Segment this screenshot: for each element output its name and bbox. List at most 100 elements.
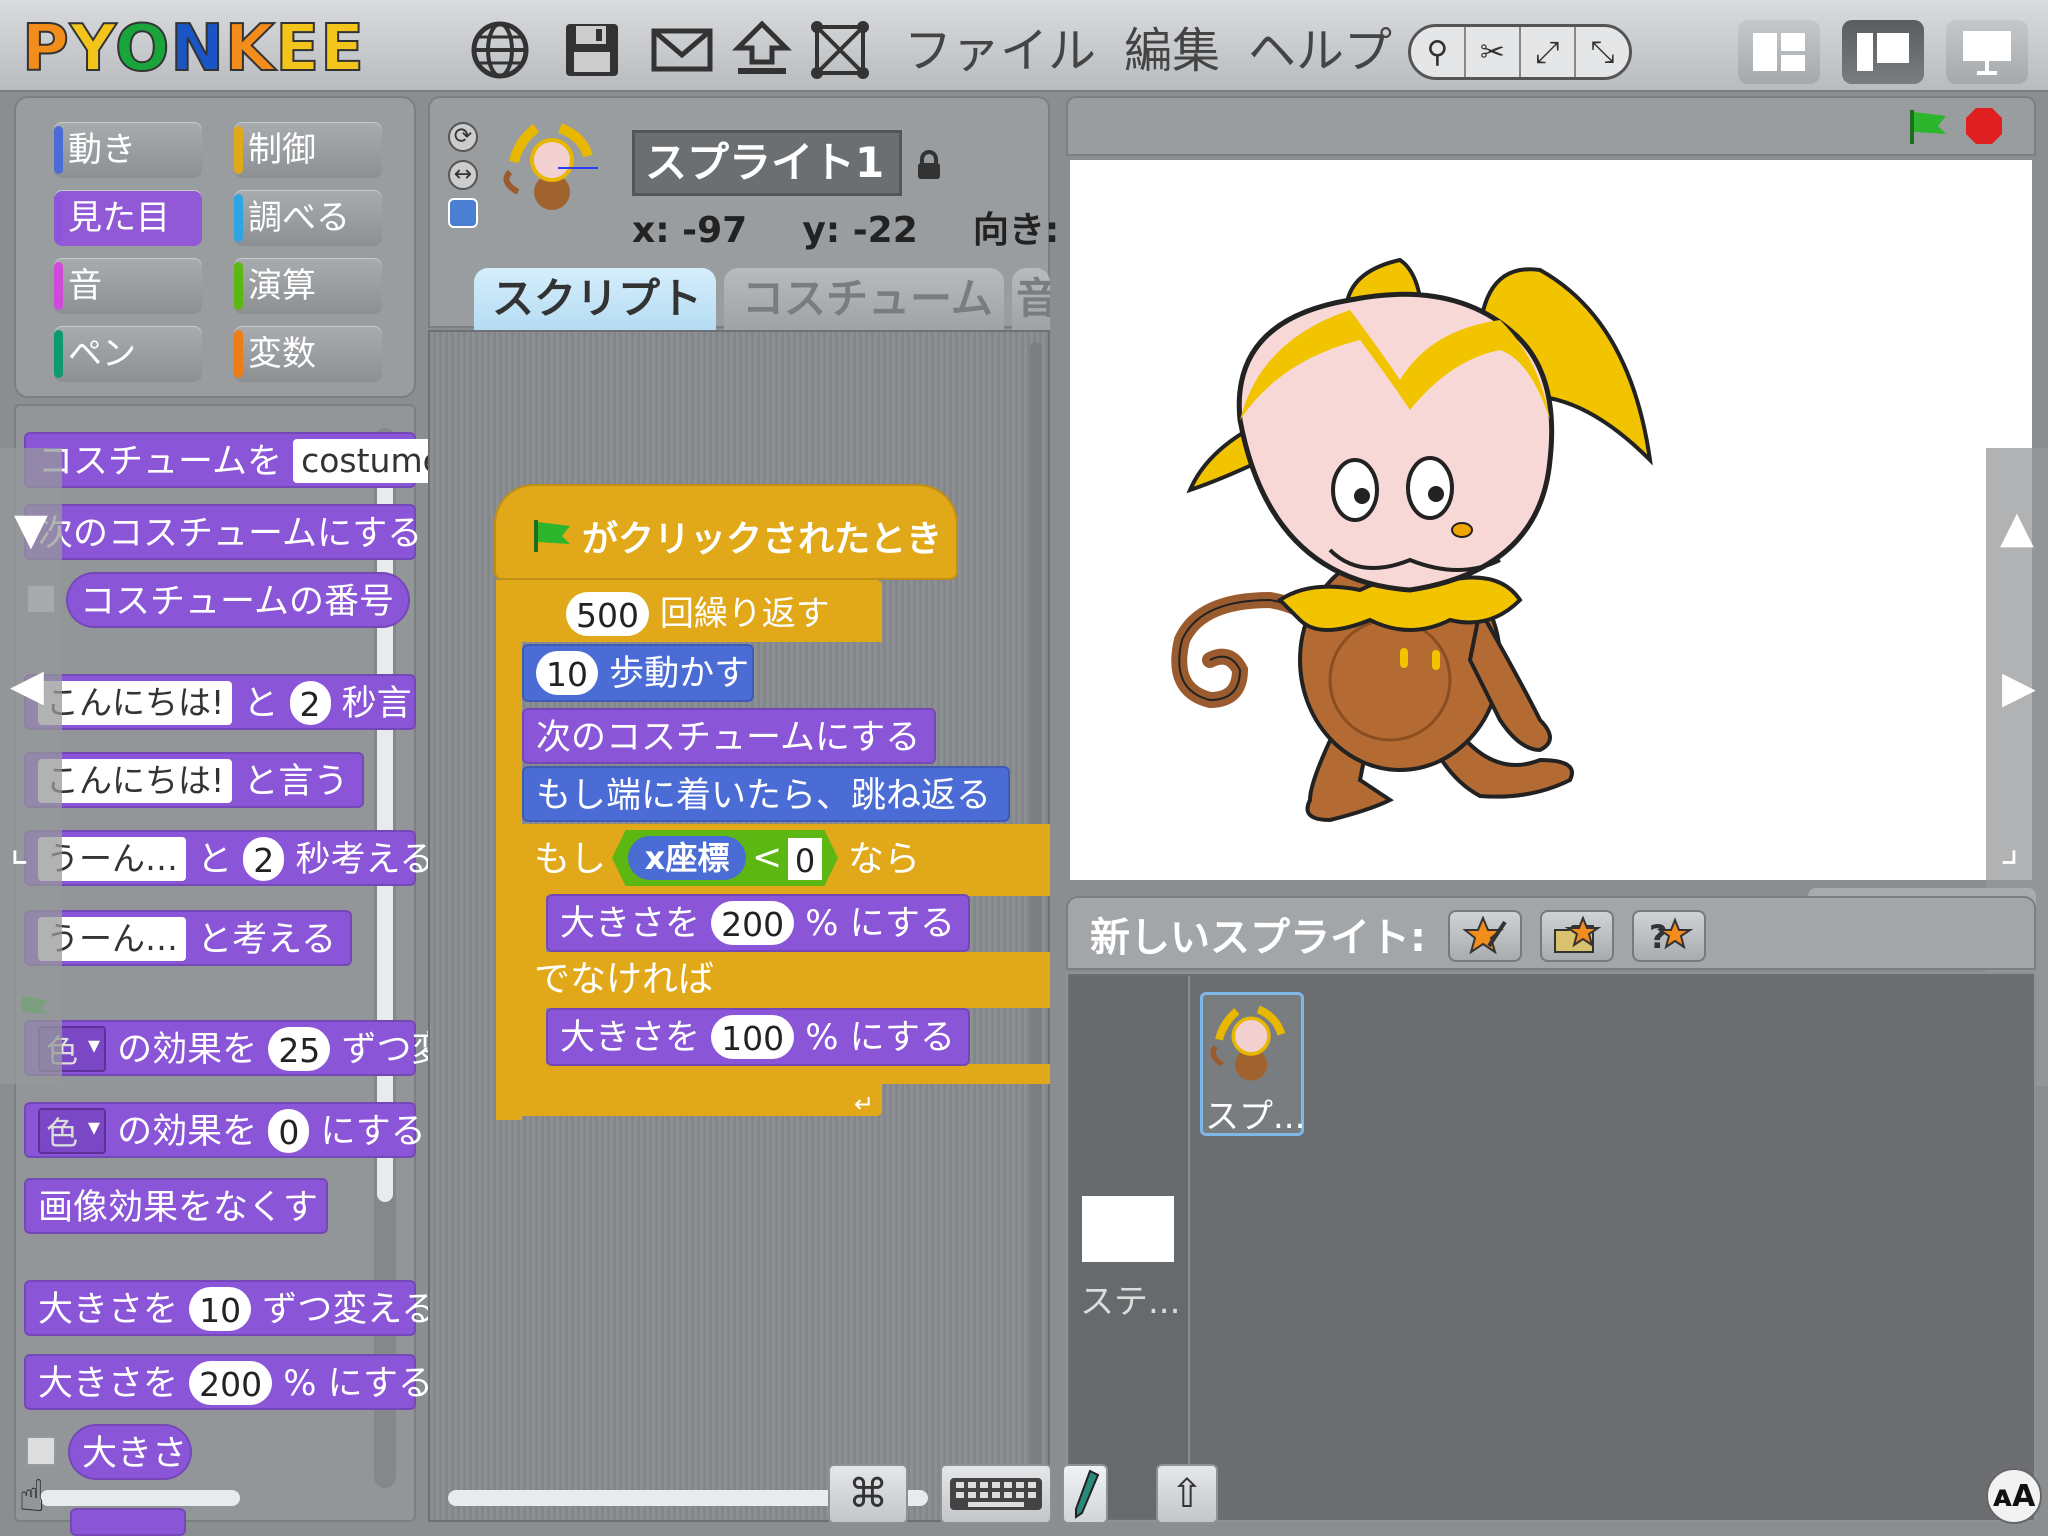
- stage-thumbnail[interactable]: [1082, 1196, 1174, 1262]
- direction-label: 向き:: [972, 210, 1060, 251]
- palette-block-costume-number[interactable]: コスチュームの番号: [66, 572, 410, 628]
- sprite-name-field[interactable]: スプライト1: [632, 130, 902, 196]
- keyboard-icon[interactable]: [940, 1464, 1052, 1524]
- menu-file[interactable]: ファイル: [904, 20, 1096, 82]
- command-key-icon[interactable]: ⌘: [828, 1464, 908, 1524]
- paint-new-sprite-button[interactable]: [1448, 910, 1522, 962]
- size-change-slot[interactable]: 10: [189, 1287, 252, 1331]
- block-text: と: [243, 684, 279, 724]
- category-sound[interactable]: 音: [54, 258, 202, 314]
- shrink-icon[interactable]: ⤡: [1576, 27, 1629, 77]
- menu-help[interactable]: ヘルプ: [1248, 20, 1392, 82]
- size-value-slot[interactable]: 200: [189, 1361, 273, 1405]
- share-icon[interactable]: [808, 18, 872, 82]
- save-icon[interactable]: [560, 18, 624, 82]
- bounce-block[interactable]: もし端に着いたら、跳ね返る: [522, 766, 1010, 822]
- repeat-label: 回繰り返す: [659, 594, 830, 634]
- effect-amount-slot[interactable]: 25: [268, 1027, 331, 1071]
- category-variables[interactable]: 変数: [234, 326, 382, 382]
- pencil-icon[interactable]: [1062, 1464, 1108, 1524]
- app-logo: PYONKEE: [21, 13, 365, 85]
- palette-block-switch-costume[interactable]: コスチュームを costume: [24, 432, 451, 488]
- block-text: % にする: [283, 1364, 434, 1404]
- effect-dropdown[interactable]: 色: [38, 1104, 107, 1154]
- grow-icon[interactable]: ⤢: [1521, 27, 1576, 77]
- set-size-block-100[interactable]: 大きさを 100 % にする: [546, 1008, 970, 1066]
- tab-scripts[interactable]: スクリプト: [474, 268, 716, 330]
- size-slot[interactable]: 200: [711, 901, 795, 945]
- sprite-tile[interactable]: スプ...: [1200, 992, 1305, 1137]
- size-checkbox[interactable]: [26, 1436, 56, 1466]
- palette-block-say[interactable]: こんにちは! と言う: [24, 752, 364, 808]
- dropdown-triangle-icon[interactable]: ▼: [14, 508, 48, 552]
- palette-block-change-effect[interactable]: 色 の効果を 25 ずつ変: [24, 1020, 446, 1076]
- stamp-icon[interactable]: ⚲: [1411, 27, 1466, 77]
- dock-right-icon[interactable]: ⌟: [2000, 826, 2019, 870]
- palette-block-partial[interactable]: [70, 1508, 186, 1536]
- menu-edit[interactable]: 編集: [1124, 20, 1220, 82]
- category-control[interactable]: 制御: [234, 122, 382, 178]
- category-pen[interactable]: ペン: [54, 326, 202, 382]
- stage-canvas[interactable]: [1070, 160, 2032, 880]
- upload-icon[interactable]: [730, 18, 794, 82]
- palette-block-think-for-secs[interactable]: うーん… と 2 秒考える: [24, 830, 434, 886]
- compare-value-slot[interactable]: 0: [788, 838, 822, 880]
- block-text: 秒言: [341, 684, 412, 724]
- font-size-toggle-icon[interactable]: ᴀA: [1986, 1468, 2042, 1524]
- category-looks[interactable]: 見た目: [54, 190, 202, 246]
- green-flag-icon[interactable]: [1908, 106, 1948, 146]
- hat-block-label: がクリックされたとき: [582, 519, 943, 560]
- category-sensing[interactable]: 調べる: [234, 190, 382, 246]
- category-motion[interactable]: 動き: [54, 122, 202, 178]
- choose-sprite-from-file-button[interactable]: [1540, 910, 1614, 962]
- next-costume-block[interactable]: 次のコスチュームにする: [522, 708, 936, 764]
- size-slot[interactable]: 100: [711, 1015, 795, 1059]
- x-position-reporter[interactable]: x座標: [628, 836, 746, 880]
- palette-block-next-costume[interactable]: 次のコスチュームにする: [24, 504, 422, 560]
- steps-slot[interactable]: 10: [536, 651, 598, 695]
- palette-block-say-for-secs[interactable]: こんにちは! と 2 秒言: [24, 674, 416, 730]
- palette-block-change-size[interactable]: 大きさを 10 ずつ変える: [24, 1280, 436, 1336]
- palette-block-set-effect[interactable]: 色 の効果を 0 にする: [24, 1102, 426, 1158]
- move-label: 歩動かす: [609, 654, 750, 694]
- repeat-block-foot: [496, 1080, 882, 1116]
- mail-icon[interactable]: [650, 18, 714, 82]
- tab-sounds[interactable]: 音: [1012, 268, 1050, 330]
- say-text-slot[interactable]: こんにちは!: [38, 759, 233, 803]
- globe-icon[interactable]: [468, 18, 532, 82]
- touch-hand-icon[interactable]: ☝: [2, 1466, 62, 1526]
- rotate-all-icon[interactable]: ⟳: [448, 122, 478, 152]
- scissors-icon[interactable]: ✂: [1466, 27, 1521, 77]
- small-stage-layout-button[interactable]: [1738, 20, 1820, 84]
- effect-value-slot[interactable]: 0: [268, 1109, 310, 1153]
- no-rotate-icon[interactable]: [448, 198, 478, 228]
- palette-block-think[interactable]: うーん… と考える: [24, 910, 352, 966]
- left-right-icon[interactable]: ↔: [448, 160, 478, 190]
- dock-left-icon[interactable]: ⌞: [10, 826, 29, 870]
- scroll-up-icon[interactable]: ▲: [2000, 506, 2034, 550]
- palette-block-clear-effects[interactable]: 画像効果をなくす: [24, 1178, 328, 1234]
- palette-horizontal-scrollbar[interactable]: [40, 1490, 240, 1506]
- secs-slot[interactable]: 2: [289, 681, 331, 725]
- set-size-block-200[interactable]: 大きさを 200 % にする: [546, 894, 970, 952]
- shift-key-icon[interactable]: ⇧: [1156, 1464, 1218, 1524]
- random-sprite-button[interactable]: ?: [1632, 910, 1706, 962]
- collapse-left-icon[interactable]: ◀: [10, 664, 44, 708]
- repeat-block-arm: [496, 580, 522, 1120]
- expand-right-icon[interactable]: ▶: [2002, 666, 2036, 710]
- normal-layout-button[interactable]: [1842, 20, 1924, 84]
- say-text-slot[interactable]: こんにちは!: [38, 681, 233, 725]
- monkey-sprite[interactable]: [1070, 160, 2032, 880]
- stop-icon[interactable]: [1964, 106, 2004, 146]
- lock-icon[interactable]: [916, 150, 942, 180]
- repeat-count-slot[interactable]: 500: [566, 591, 649, 636]
- block-text: の効果を: [117, 1112, 258, 1152]
- x-label: x:: [632, 210, 670, 251]
- palette-block-set-size[interactable]: 大きさを 200 % にする: [24, 1354, 433, 1410]
- palette-block-size-reporter[interactable]: 大きさ: [68, 1424, 192, 1480]
- category-operators[interactable]: 演算: [234, 258, 382, 314]
- move-steps-block[interactable]: 10 歩動かす: [522, 644, 754, 702]
- presentation-mode-button[interactable]: [1946, 20, 2028, 84]
- secs-slot[interactable]: 2: [243, 837, 285, 881]
- tab-costumes[interactable]: コスチューム: [724, 268, 1004, 330]
